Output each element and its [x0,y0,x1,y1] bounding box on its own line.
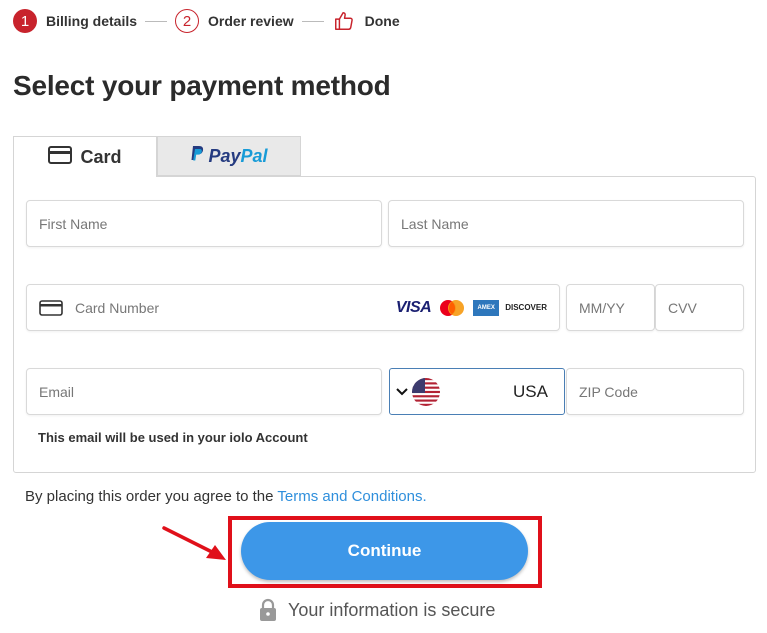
expiry-input[interactable] [567,299,654,316]
step-label-done: Done [364,13,400,29]
last-name-input[interactable] [389,215,743,232]
secure-notice: Your information is secure [258,598,495,622]
expiry-field[interactable] [566,284,655,331]
credit-card-icon [48,145,73,169]
first-name-input[interactable] [27,215,381,232]
terms-link[interactable]: Terms and Conditions. [277,488,426,505]
card-number-input[interactable] [63,299,396,316]
terms-agreement: By placing this order you agree to the T… [25,488,427,505]
country-select[interactable]: USA [389,368,565,415]
zip-code-field[interactable] [566,368,744,415]
checkout-stepper: 1 Billing details 2 Order review Done [13,8,400,34]
paypal-p-icon [190,145,204,167]
tab-paypal[interactable]: PayPal [157,136,301,176]
step-number-1: 1 [13,9,37,33]
email-input[interactable] [27,383,381,400]
paypal-logo: PayPal [208,145,268,166]
step-divider [145,20,168,22]
last-name-field[interactable] [388,200,744,247]
country-selected-value: USA [513,381,548,401]
card-brand-logos: VISA AMEX DISCOVER [396,299,547,317]
discover-logo: DISCOVER [505,303,547,312]
terms-agreement-text: By placing this order you agree to the [25,488,278,505]
annotation-arrow-icon [160,524,230,569]
card-number-field[interactable]: VISA AMEX DISCOVER [26,284,560,331]
continue-button[interactable]: Continue [241,522,528,580]
secure-text: Your information is secure [288,599,496,620]
mastercard-logo [437,299,467,317]
step-divider [301,20,324,22]
first-name-field[interactable] [26,200,382,247]
cvv-field[interactable] [655,284,744,331]
zip-code-input[interactable] [567,383,743,400]
cvv-input[interactable] [656,299,743,316]
step-order-review: 2 Order review [175,9,294,33]
credit-card-icon [39,299,63,316]
page-title: Select your payment method [13,70,391,101]
visa-logo: VISA [395,298,432,316]
tab-card-label: Card [80,146,122,167]
thumbs-up-icon [332,9,356,33]
lock-icon [258,598,278,622]
step-done: Done [332,9,400,33]
email-field[interactable] [26,368,382,415]
tab-card[interactable]: Card [13,136,157,177]
step-billing-details: 1 Billing details [13,9,137,33]
step-number-2: 2 [175,9,200,33]
chevron-down-icon [396,384,408,400]
step-label-billing-details: Billing details [46,13,138,29]
us-flag-icon [412,377,440,406]
amex-logo: AMEX [473,299,500,316]
step-label-order-review: Order review [208,13,294,29]
email-note: This email will be used in your iolo Acc… [38,430,308,445]
